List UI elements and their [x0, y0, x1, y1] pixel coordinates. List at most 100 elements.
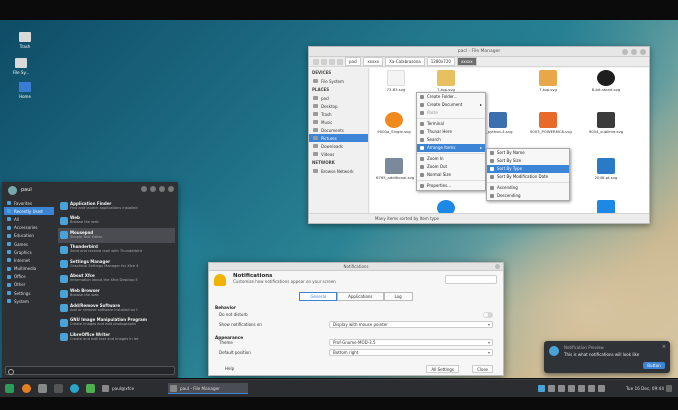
- menu-item-arrange-items[interactable]: Arrange Items ▸: [417, 144, 485, 152]
- category-other[interactable]: Other: [4, 281, 54, 289]
- menu-item-paste[interactable]: Paste: [417, 109, 485, 117]
- home-icon[interactable]: [337, 58, 343, 65]
- sidebar-item-filesystem[interactable]: File System: [309, 77, 368, 85]
- close-icon[interactable]: [640, 49, 646, 55]
- category-recently-used[interactable]: Recently Used: [4, 207, 54, 216]
- position-select[interactable]: Bottom right: [329, 349, 493, 356]
- category-games[interactable]: Games: [4, 240, 54, 248]
- network-icon[interactable]: [558, 385, 565, 392]
- sidebar-item-music[interactable]: Music: [309, 118, 368, 126]
- menu-item-ascending[interactable]: Ascending: [487, 184, 569, 192]
- category-education[interactable]: Education: [4, 232, 54, 240]
- sidebar-item-browse-network[interactable]: Browse Network: [309, 167, 368, 175]
- file-item[interactable]: 9004_sublime.svg: [588, 112, 624, 134]
- category-accessories[interactable]: Accessories: [4, 224, 54, 232]
- close-icon[interactable]: ×: [662, 344, 666, 350]
- menu-item-properties[interactable]: Properties...: [417, 182, 485, 190]
- battery-icon[interactable]: [568, 385, 575, 392]
- app-item[interactable]: Application Finder Find and launch applic…: [58, 199, 175, 214]
- forward-icon[interactable]: [321, 58, 327, 65]
- volume-icon[interactable]: [548, 385, 555, 392]
- app-item[interactable]: LibreOffice Writer Create and edit text a…: [58, 330, 175, 345]
- sidebar-item-documents[interactable]: Documents: [309, 126, 368, 134]
- menu-item-sort-by-size[interactable]: Sort By Size: [487, 157, 569, 165]
- category-system[interactable]: System: [4, 297, 54, 305]
- sidebar-item-trash[interactable]: Trash: [309, 110, 368, 118]
- breadcrumb-item-current[interactable]: xxxxx: [456, 57, 477, 66]
- app-item[interactable]: GNU Image Manipulation Program Create ima…: [58, 316, 175, 331]
- dialog-titlebar[interactable]: Notifications: [209, 263, 503, 271]
- terminal-icon[interactable]: [54, 384, 63, 393]
- show-desktop-icon[interactable]: [666, 385, 672, 392]
- files-icon[interactable]: [38, 384, 47, 393]
- breadcrumb-item[interactable]: xxxxx: [363, 57, 384, 66]
- task-file-manager[interactable]: paul - File Manager: [168, 383, 248, 394]
- menu-item-create-document[interactable]: Create Document ▸: [417, 101, 485, 109]
- settings-icon[interactable]: [141, 186, 147, 192]
- dialog-search-input[interactable]: [445, 275, 497, 284]
- power-icon[interactable]: [598, 385, 605, 392]
- file-item[interactable]: 6765_additional.svg: [376, 158, 414, 180]
- back-icon[interactable]: [313, 58, 319, 65]
- app-item[interactable]: About Xfce Information about the Xfce Des…: [58, 272, 175, 287]
- help-button[interactable]: Help: [221, 365, 238, 373]
- category-graphics[interactable]: Graphics: [4, 248, 54, 256]
- all-settings-button[interactable]: All Settings: [426, 365, 459, 373]
- tab-applications[interactable]: Applications: [337, 292, 384, 301]
- category-office[interactable]: Office: [4, 273, 54, 281]
- menu-item-create-folder[interactable]: Create Folder...: [417, 93, 485, 101]
- maximize-icon[interactable]: [631, 49, 637, 55]
- sidebar-item-downloads[interactable]: Downloads: [309, 142, 368, 150]
- category-settings[interactable]: Settings: [4, 289, 54, 297]
- file-item[interactable]: 73-83.svg: [378, 70, 414, 92]
- theme-select[interactable]: Prof-Gnome-MOD-3.5: [329, 339, 493, 346]
- desktop-icon-home[interactable]: Home: [10, 82, 40, 99]
- app-item-selected[interactable]: Mousepad Simple Text Editor: [58, 228, 175, 243]
- app-item[interactable]: Web Browse the web: [58, 214, 175, 229]
- switch-user-icon[interactable]: [159, 186, 165, 192]
- close-button[interactable]: Close: [472, 365, 493, 373]
- sidebar-item-desktop[interactable]: Desktop: [309, 102, 368, 110]
- tab-log[interactable]: Log: [383, 292, 413, 301]
- file-manager-titlebar[interactable]: pacl - File Manager: [309, 47, 649, 57]
- menu-item-zoom-out[interactable]: Zoom Out: [417, 163, 485, 171]
- show-on-select[interactable]: Display with mouse pointer: [329, 321, 493, 328]
- power-icon[interactable]: [168, 186, 174, 192]
- menu-item-normal-size[interactable]: Normal Size: [417, 171, 485, 179]
- do-not-disturb-toggle[interactable]: [483, 312, 493, 318]
- sidebar-item-videos[interactable]: Videos: [309, 150, 368, 158]
- breadcrumb-item[interactable]: Xa-Calabrasona: [385, 57, 425, 66]
- app-item[interactable]: Settings Manager Graphical Settings Manag…: [58, 257, 175, 272]
- file-item[interactable]: 2048-pt.svg: [588, 158, 624, 180]
- menu-item-sort-by-type[interactable]: Sort By Type: [487, 165, 569, 173]
- minimize-icon[interactable]: [622, 49, 628, 55]
- tab-general[interactable]: General: [299, 292, 338, 301]
- app-icon[interactable]: [70, 384, 79, 393]
- firefox-icon[interactable]: [22, 384, 31, 393]
- bluetooth-icon[interactable]: [538, 385, 545, 392]
- breadcrumb-item[interactable]: 1280x720: [426, 57, 455, 66]
- sidebar-item-pictures[interactable]: Pictures: [309, 134, 368, 142]
- menu-item-sort-by-date[interactable]: Sort By Modification Date: [487, 173, 569, 181]
- menu-item-descending[interactable]: Descending: [487, 192, 569, 200]
- app-item[interactable]: Thunderbird Send and receive mail with Th…: [58, 243, 175, 258]
- desktop-icon-filesystem[interactable]: File Sy...: [6, 58, 36, 75]
- lock-icon[interactable]: [150, 186, 156, 192]
- file-item[interactable]: 7-top.svg: [428, 70, 464, 92]
- menu-item-sort-by-name[interactable]: Sort By Name: [487, 149, 569, 157]
- sidebar-item-home[interactable]: pacl: [309, 94, 368, 102]
- desktop-icon-trash[interactable]: Trash: [10, 32, 40, 49]
- file-item[interactable]: 8-bit-stand.svg: [588, 70, 624, 92]
- category-internet[interactable]: Internet: [4, 256, 54, 264]
- clipboard-icon[interactable]: [578, 385, 585, 392]
- task-terminal[interactable]: paul@xfce: [100, 383, 166, 394]
- menu-item-terminal[interactable]: Terminal: [417, 120, 485, 128]
- notification-icon[interactable]: [588, 385, 595, 392]
- menu-item-search[interactable]: Search: [417, 136, 485, 144]
- category-multimedia[interactable]: Multimedia: [4, 265, 54, 273]
- up-icon[interactable]: [329, 58, 335, 65]
- menu-item-zoom-in[interactable]: Zoom In: [417, 155, 485, 163]
- clock[interactable]: Tue 16 Dec, 09:44: [626, 383, 664, 394]
- close-icon[interactable]: [495, 264, 500, 269]
- breadcrumb-item[interactable]: pacl: [345, 57, 362, 66]
